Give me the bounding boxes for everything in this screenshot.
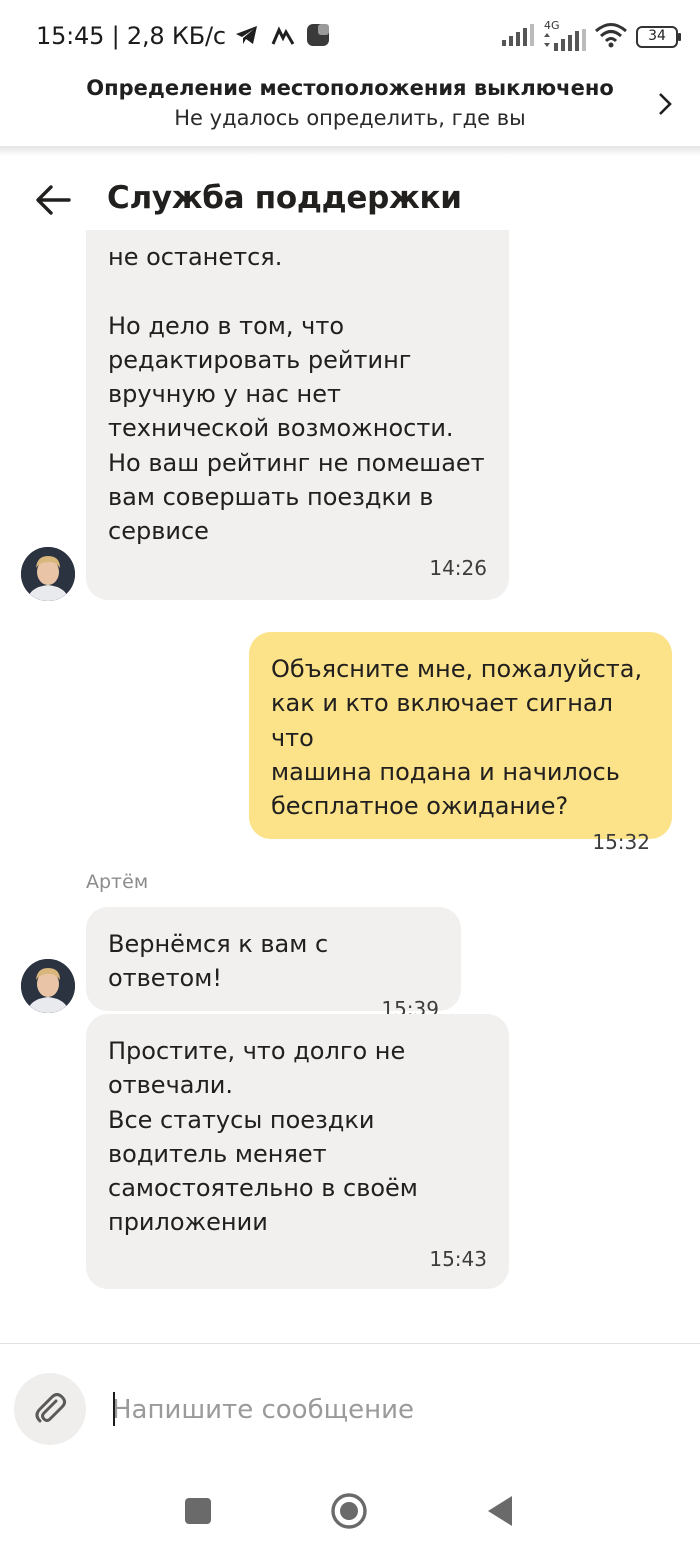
sender-name: Артём <box>86 871 149 893</box>
signal-4g-icon: 4G <box>542 19 586 51</box>
location-banner[interactable]: Определение местоположения выключено Не … <box>0 76 700 146</box>
square-icon <box>185 1498 211 1524</box>
app-square-icon <box>306 23 330 53</box>
status-indicators: 4G 34 <box>502 19 682 52</box>
avatar[interactable] <box>21 959 75 1013</box>
composer-divider <box>0 1343 700 1344</box>
nav-home-button[interactable] <box>326 1488 372 1534</box>
nav-back-button[interactable] <box>478 1488 524 1534</box>
text-cursor <box>113 1392 115 1426</box>
message-time: 15:43 <box>429 1246 487 1271</box>
message-text: Объясните мне, пожалуйста, как и кто вкл… <box>271 655 643 821</box>
status-time-and-speed: 15:45 | 2,8 КБ/с <box>36 22 330 53</box>
avatar[interactable] <box>21 547 75 601</box>
message-input[interactable] <box>112 1390 672 1430</box>
message-text: Простите, что долго не отвечали. Все ста… <box>108 1037 418 1237</box>
app-logo-icon <box>271 24 295 52</box>
status-time: 15:45 <box>36 22 105 50</box>
message-incoming[interactable]: Простите, что долго не отвечали. Все ста… <box>86 1014 509 1289</box>
battery-icon: 34 <box>636 26 682 48</box>
status-speed: 2,8 КБ/с <box>126 22 226 50</box>
arrow-left-icon[interactable] <box>34 182 72 222</box>
telegram-icon <box>235 24 259 52</box>
triangle-back-icon <box>488 1496 512 1526</box>
signal-icon <box>502 24 534 50</box>
message-incoming[interactable]: Вернёмся к вам с ответом! 15:39 <box>86 907 461 1021</box>
message-outgoing[interactable]: Объясните мне, пожалуйста, как и кто вкл… <box>249 632 672 854</box>
wifi-icon <box>594 22 628 52</box>
message-time: 15:32 <box>592 830 650 855</box>
paperclip-icon <box>35 1393 66 1423</box>
page-title: Служба поддержки <box>107 180 462 216</box>
banner-shadow <box>0 146 700 156</box>
message-text: не останется. Но дело в том, что редакти… <box>108 243 485 546</box>
chevron-right-icon <box>658 92 672 120</box>
location-banner-subtitle: Не удалось определить, где вы <box>174 106 526 130</box>
circle-icon <box>331 1493 367 1529</box>
status-bar: 15:45 | 2,8 КБ/с 4G 34 <box>0 0 700 76</box>
message-incoming[interactable]: не останется. Но дело в том, что редакти… <box>86 230 509 600</box>
message-text: Вернёмся к вам с ответом! <box>108 930 329 993</box>
nav-recents-button[interactable] <box>175 1488 221 1534</box>
location-banner-title: Определение местоположения выключено <box>86 76 614 100</box>
message-time: 14:26 <box>429 555 487 580</box>
attach-button[interactable] <box>14 1373 86 1445</box>
